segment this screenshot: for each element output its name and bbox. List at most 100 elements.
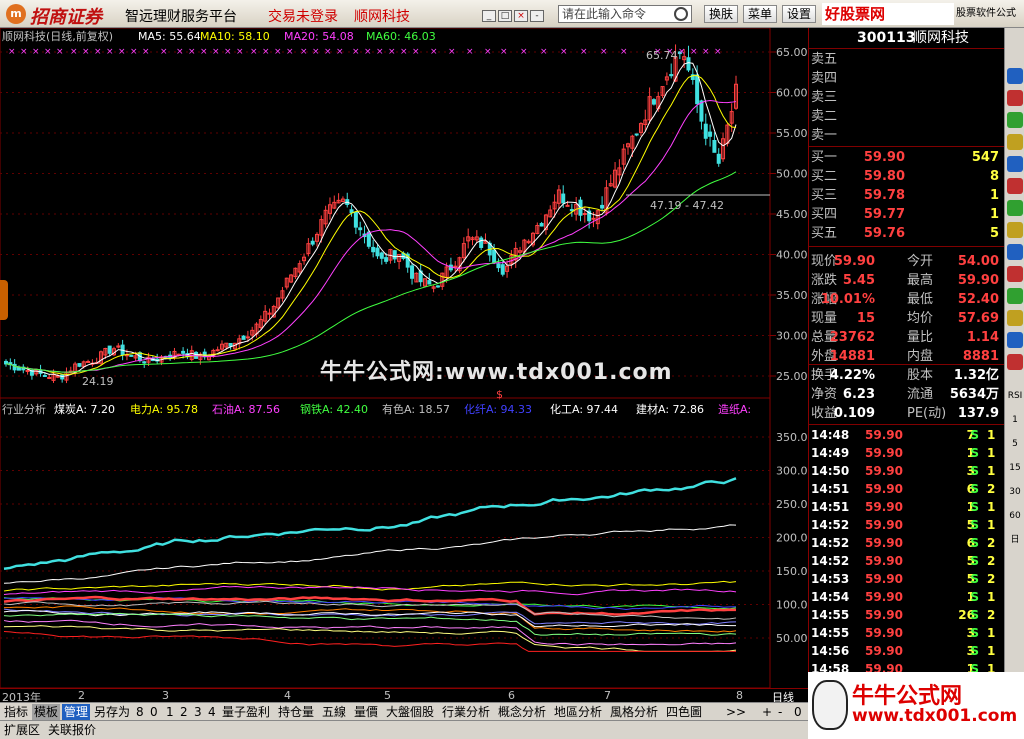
trade-time: 14:48: [811, 428, 850, 442]
panel-divider: [809, 246, 1005, 247]
trade-login-status[interactable]: 交易未登录: [268, 6, 338, 26]
signal-mark: ×: [274, 47, 282, 57]
toolbar-period-button[interactable]: 5: [1007, 436, 1023, 452]
sub-minimize-icon[interactable]: -: [530, 10, 544, 22]
toolbar-tool-icon[interactable]: [1007, 266, 1023, 282]
candle-body: [375, 247, 380, 257]
toolbar-tool-icon[interactable]: [1007, 68, 1023, 84]
indicator-tab[interactable]: 0: [148, 704, 160, 720]
toolbar-tool-icon[interactable]: [1007, 178, 1023, 194]
toolbar-period-button[interactable]: 60: [1007, 508, 1023, 524]
toolbar-tool-icon[interactable]: [1007, 112, 1023, 128]
indicator-tab[interactable]: 管理: [62, 704, 91, 720]
price-tick-label: 65.00: [776, 46, 808, 59]
candle-body: [591, 217, 596, 220]
indicator-tick-label: 150.0: [776, 565, 808, 578]
chart-area[interactable]: 65.00 60.00 55.00 50.00 45.00 40.00 35.00 30.00…: [0, 27, 808, 689]
indicator-tab[interactable]: 大盤個股: [384, 704, 436, 720]
command-input[interactable]: 请在此输入命令: [558, 5, 692, 23]
buy-volume: 1: [989, 207, 999, 222]
indicator-tab[interactable]: 五線: [320, 704, 348, 720]
industry-label: 造纸A:: [718, 402, 751, 416]
toolbar-period-button[interactable]: 1: [1007, 412, 1023, 428]
stock-name: 顺网科技: [913, 30, 969, 46]
restore-icon[interactable]: □: [498, 10, 512, 22]
trade-side: S: [970, 644, 979, 658]
indicator-tab[interactable]: 4: [206, 704, 218, 720]
toolbar-period-button[interactable]: RSI: [1007, 388, 1023, 404]
buy-level-label: 买五: [811, 226, 838, 241]
candle-body: [500, 264, 505, 275]
toolbar-tool-icon[interactable]: [1007, 134, 1023, 150]
quote-label: 最低: [907, 292, 934, 307]
signal-mark: ×: [412, 47, 420, 57]
price-tick-label: 30.00: [776, 330, 808, 343]
toolbar-tool-icon[interactable]: [1007, 156, 1023, 172]
indicator-tab[interactable]: >>: [724, 704, 748, 720]
trade-price: 59.90: [865, 500, 903, 514]
toolbar-period-button[interactable]: 15: [1007, 460, 1023, 476]
toolbar-period-button[interactable]: 日: [1007, 532, 1023, 548]
cow-logo-icon: [812, 680, 848, 730]
candle-body: [181, 350, 186, 354]
trade-side: S: [970, 572, 979, 586]
indicator-tab[interactable]: 3: [192, 704, 204, 720]
ma20-label: MA20: 54.08: [284, 30, 354, 43]
indicator-tab[interactable]: 量子盈利: [220, 704, 272, 720]
candle-body: [142, 361, 147, 364]
panel-divider: [809, 424, 1005, 425]
indicator-tab[interactable]: 1: [164, 704, 176, 720]
signal-mark: ×: [188, 47, 196, 57]
indicator-tab[interactable]: 持仓量: [276, 704, 316, 720]
candle-body: [708, 131, 713, 137]
settings-button[interactable]: 设置: [782, 5, 817, 23]
industry-label: 建材A: 72.86: [636, 402, 704, 416]
skin-button[interactable]: 换肤: [704, 5, 739, 23]
indicator-tab[interactable]: 8: [134, 704, 146, 720]
minimize-icon[interactable]: _: [482, 10, 496, 22]
expand-panel-icon[interactable]: [0, 280, 8, 320]
toolbar-tool-icon[interactable]: [1007, 332, 1023, 348]
indicator-tab[interactable]: 模板: [32, 704, 61, 720]
trade-side: S: [970, 536, 979, 550]
close-icon[interactable]: ×: [514, 10, 528, 22]
indicator-tab[interactable]: +: [760, 704, 774, 720]
trade-tick-row: 14:53 59.90 5 S 2: [809, 570, 1005, 588]
toolbar-tool-icon[interactable]: [1007, 354, 1023, 370]
indicator-tab[interactable]: 指标: [2, 704, 30, 720]
indicator-tab[interactable]: 2: [178, 704, 190, 720]
search-icon[interactable]: [674, 7, 688, 21]
indicator-tab[interactable]: -: [776, 704, 784, 720]
indicator-tab[interactable]: 風格分析: [608, 704, 660, 720]
toolbar-tool-icon[interactable]: [1007, 200, 1023, 216]
candle-body: [47, 377, 52, 380]
panel-divider: [809, 364, 1005, 365]
toolbar-tool-icon[interactable]: [1007, 310, 1023, 326]
toolbar-period-button[interactable]: 30: [1007, 484, 1023, 500]
buy-level-row: 买四 59.77 1: [809, 205, 1005, 224]
signal-mark: ×: [56, 47, 64, 57]
signal-mark: ×: [352, 47, 360, 57]
indicator-tab[interactable]: 概念分析: [496, 704, 548, 720]
indicator-tab[interactable]: 量價: [352, 704, 380, 720]
indicator-tab[interactable]: 0: [792, 704, 804, 720]
indicator-tab[interactable]: 地區分析: [552, 704, 604, 720]
indicator-tab[interactable]: 行業分析: [440, 704, 492, 720]
extension-area-tab[interactable]: 扩展区: [4, 722, 40, 739]
industry-label: 钢铁A: 42.40: [300, 403, 368, 416]
signal-mark: ×: [364, 47, 372, 57]
menu-button[interactable]: 菜单: [743, 5, 778, 23]
related-quote-tab[interactable]: 关联报价: [48, 722, 96, 739]
trade-time: 14:56: [811, 644, 850, 658]
toolbar-tool-icon[interactable]: [1007, 244, 1023, 260]
panel-divider: [809, 48, 1005, 49]
trade-side: S: [970, 428, 979, 442]
signal-mark: ×: [106, 47, 114, 57]
toolbar-tool-icon[interactable]: [1007, 288, 1023, 304]
indicator-tab[interactable]: 另存为: [92, 704, 132, 720]
toolbar-tool-icon[interactable]: [1007, 90, 1023, 106]
indicator-tab[interactable]: 四色圖: [664, 704, 704, 720]
industry-label: 有色A: 18.57: [382, 402, 450, 416]
toolbar-tool-icon[interactable]: [1007, 222, 1023, 238]
trade-time: 14:51: [811, 482, 850, 496]
